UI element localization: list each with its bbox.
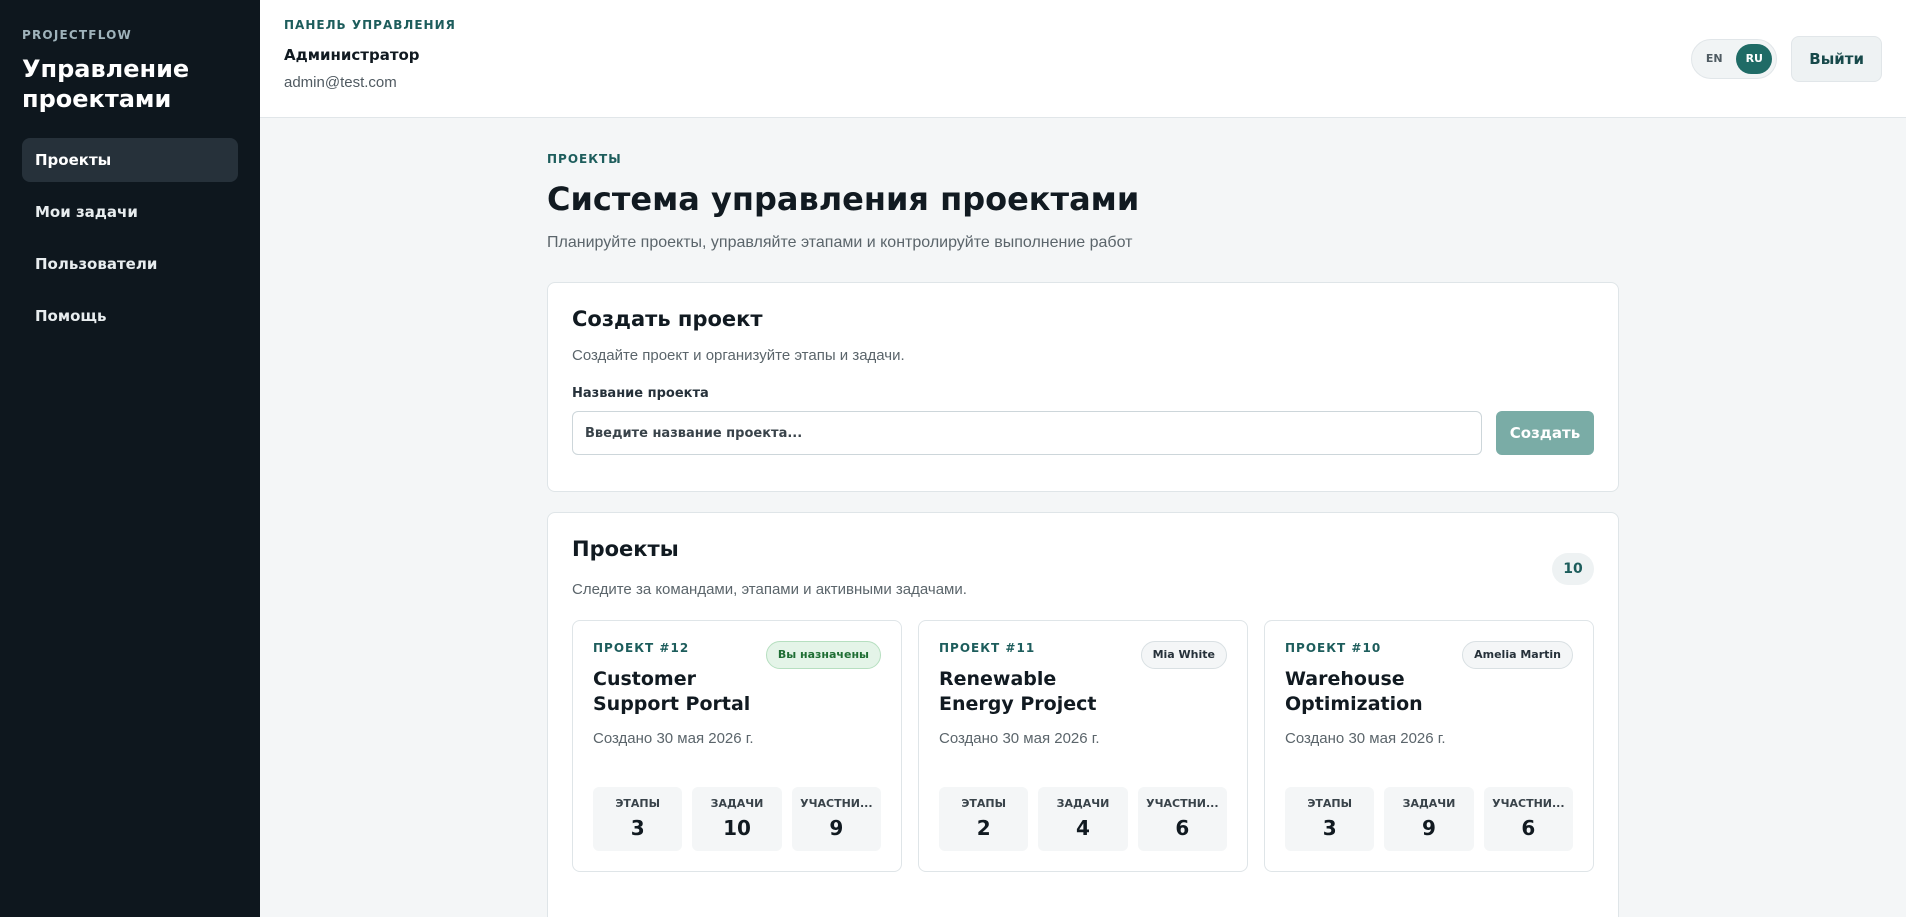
- stat-value: 6: [1521, 816, 1536, 840]
- project-assignee-badge: Mia White: [1140, 641, 1227, 669]
- project-created-date: Создано 30 мая 2026 г.: [1285, 730, 1446, 747]
- projects-count-badge: 10: [1552, 553, 1594, 585]
- stat-members: УЧАСТНИ... 6: [1137, 787, 1227, 851]
- projects-header: Проекты Следите за командами, этапами и …: [572, 537, 1594, 598]
- stat-label: ЗАДАЧИ: [1402, 797, 1456, 810]
- stat-label: ЗАДАЧИ: [1056, 797, 1110, 810]
- project-assignee-badge: Вы назначены: [765, 641, 881, 669]
- header-actions: EN RU Выйти: [1691, 36, 1882, 82]
- stat-value: 2: [976, 816, 991, 840]
- projects-card: Проекты Следите за командами, этапами и …: [547, 512, 1619, 917]
- stat-tasks: ЗАДАЧИ 4: [1038, 787, 1128, 851]
- create-project-card: Создать проект Создайте проект и организ…: [547, 282, 1619, 492]
- sidebar: PROJECTFLOW Управление проектами Проекты…: [0, 0, 260, 917]
- page-subtitle: Планируйте проекты, управляйте этапами и…: [547, 234, 1133, 251]
- stat-label: УЧАСТНИ...: [1492, 797, 1565, 810]
- project-created-date: Создано 30 мая 2026 г.: [939, 730, 1100, 747]
- stat-label: ЭТАПЫ: [961, 797, 1007, 810]
- stat-members: УЧАСТНИ... 9: [791, 787, 881, 851]
- stat-members: УЧАСТНИ... 6: [1483, 787, 1573, 851]
- brand-label: PROJECTFLOW: [22, 28, 132, 42]
- project-card[interactable]: ПРОЕКТ #11 Renewable Energy Project Созд…: [918, 620, 1248, 872]
- project-created-date: Создано 30 мая 2026 г.: [593, 730, 754, 747]
- projects-desc: Следите за командами, этапами и активным…: [572, 581, 967, 598]
- stat-value: 3: [630, 816, 645, 840]
- stat-stages: ЭТАПЫ 2: [939, 787, 1029, 851]
- sidebar-nav: Проекты Мои задачи Пользователи Помощь: [22, 138, 238, 338]
- stat-value: 10: [723, 816, 751, 840]
- project-assignee-badge: Amelia Martin: [1462, 641, 1573, 669]
- project-stats: ЭТАПЫ 2 ЗАДАЧИ 4 УЧАСТНИ... 6: [939, 787, 1227, 851]
- logout-button[interactable]: Выйти: [1791, 36, 1882, 82]
- project-card[interactable]: ПРОЕКТ #10 Warehouse Optimization Создан…: [1264, 620, 1594, 872]
- header-user-name: Администратор: [284, 46, 420, 64]
- projects-title: Проекты: [572, 537, 679, 561]
- create-project-button[interactable]: Создать: [1496, 411, 1594, 455]
- project-name: Renewable Energy Project: [939, 668, 1097, 715]
- lang-en-button[interactable]: EN: [1696, 44, 1732, 74]
- lang-ru-button[interactable]: RU: [1736, 44, 1773, 74]
- app-title: Управление проектами: [22, 55, 190, 113]
- stat-label: ЭТАПЫ: [615, 797, 661, 810]
- project-name-input[interactable]: [572, 411, 1482, 455]
- project-name: Warehouse Optimization: [1285, 668, 1423, 715]
- stat-label: УЧАСТНИ...: [800, 797, 873, 810]
- project-stats: ЭТАПЫ 3 ЗАДАЧИ 9 УЧАСТНИ... 6: [1285, 787, 1573, 851]
- stat-stages: ЭТАПЫ 3: [1285, 787, 1375, 851]
- project-card[interactable]: ПРОЕКТ #12 Customer Support Portal Созда…: [572, 620, 902, 872]
- project-stats: ЭТАПЫ 3 ЗАДАЧИ 10 УЧАСТНИ... 9: [593, 787, 881, 851]
- create-project-row: Создать: [572, 411, 1594, 455]
- top-header: ПАНЕЛЬ УПРАВЛЕНИЯ Администратор admin@te…: [260, 0, 1906, 118]
- stat-value: 4: [1076, 816, 1090, 840]
- page-title: Система управления проектами: [547, 180, 1140, 218]
- stat-stages: ЭТАПЫ 3: [593, 787, 683, 851]
- stat-tasks: ЗАДАЧИ 9: [1384, 787, 1474, 851]
- stat-value: 6: [1175, 816, 1190, 840]
- stat-label: ЭТАПЫ: [1307, 797, 1353, 810]
- sidebar-item-help[interactable]: Помощь: [22, 294, 238, 338]
- sidebar-item-users[interactable]: Пользователи: [22, 242, 238, 286]
- stat-value: 9: [1422, 816, 1436, 840]
- header-user-email: admin@test.com: [284, 74, 397, 91]
- projects-grid: ПРОЕКТ #12 Customer Support Portal Созда…: [572, 620, 1594, 872]
- sidebar-item-projects[interactable]: Проекты: [22, 138, 238, 182]
- stat-value: 3: [1322, 816, 1337, 840]
- stat-label: ЗАДАЧИ: [710, 797, 764, 810]
- sidebar-item-my-tasks[interactable]: Мои задачи: [22, 190, 238, 234]
- stat-tasks: ЗАДАЧИ 10: [692, 787, 782, 851]
- stat-value: 9: [829, 816, 844, 840]
- project-name: Customer Support Portal: [593, 668, 751, 715]
- page-eyebrow: ПРОЕКТЫ: [547, 152, 622, 166]
- project-name-label: Название проекта: [572, 386, 709, 401]
- language-toggle: EN RU: [1691, 39, 1778, 79]
- main-content: ПРОЕКТЫ Система управления проектами Пла…: [547, 118, 1619, 917]
- create-project-desc: Создайте проект и организуйте этапы и за…: [572, 347, 905, 364]
- stat-label: УЧАСТНИ...: [1146, 797, 1219, 810]
- header-eyebrow: ПАНЕЛЬ УПРАВЛЕНИЯ: [284, 18, 456, 32]
- create-project-title: Создать проект: [572, 307, 763, 331]
